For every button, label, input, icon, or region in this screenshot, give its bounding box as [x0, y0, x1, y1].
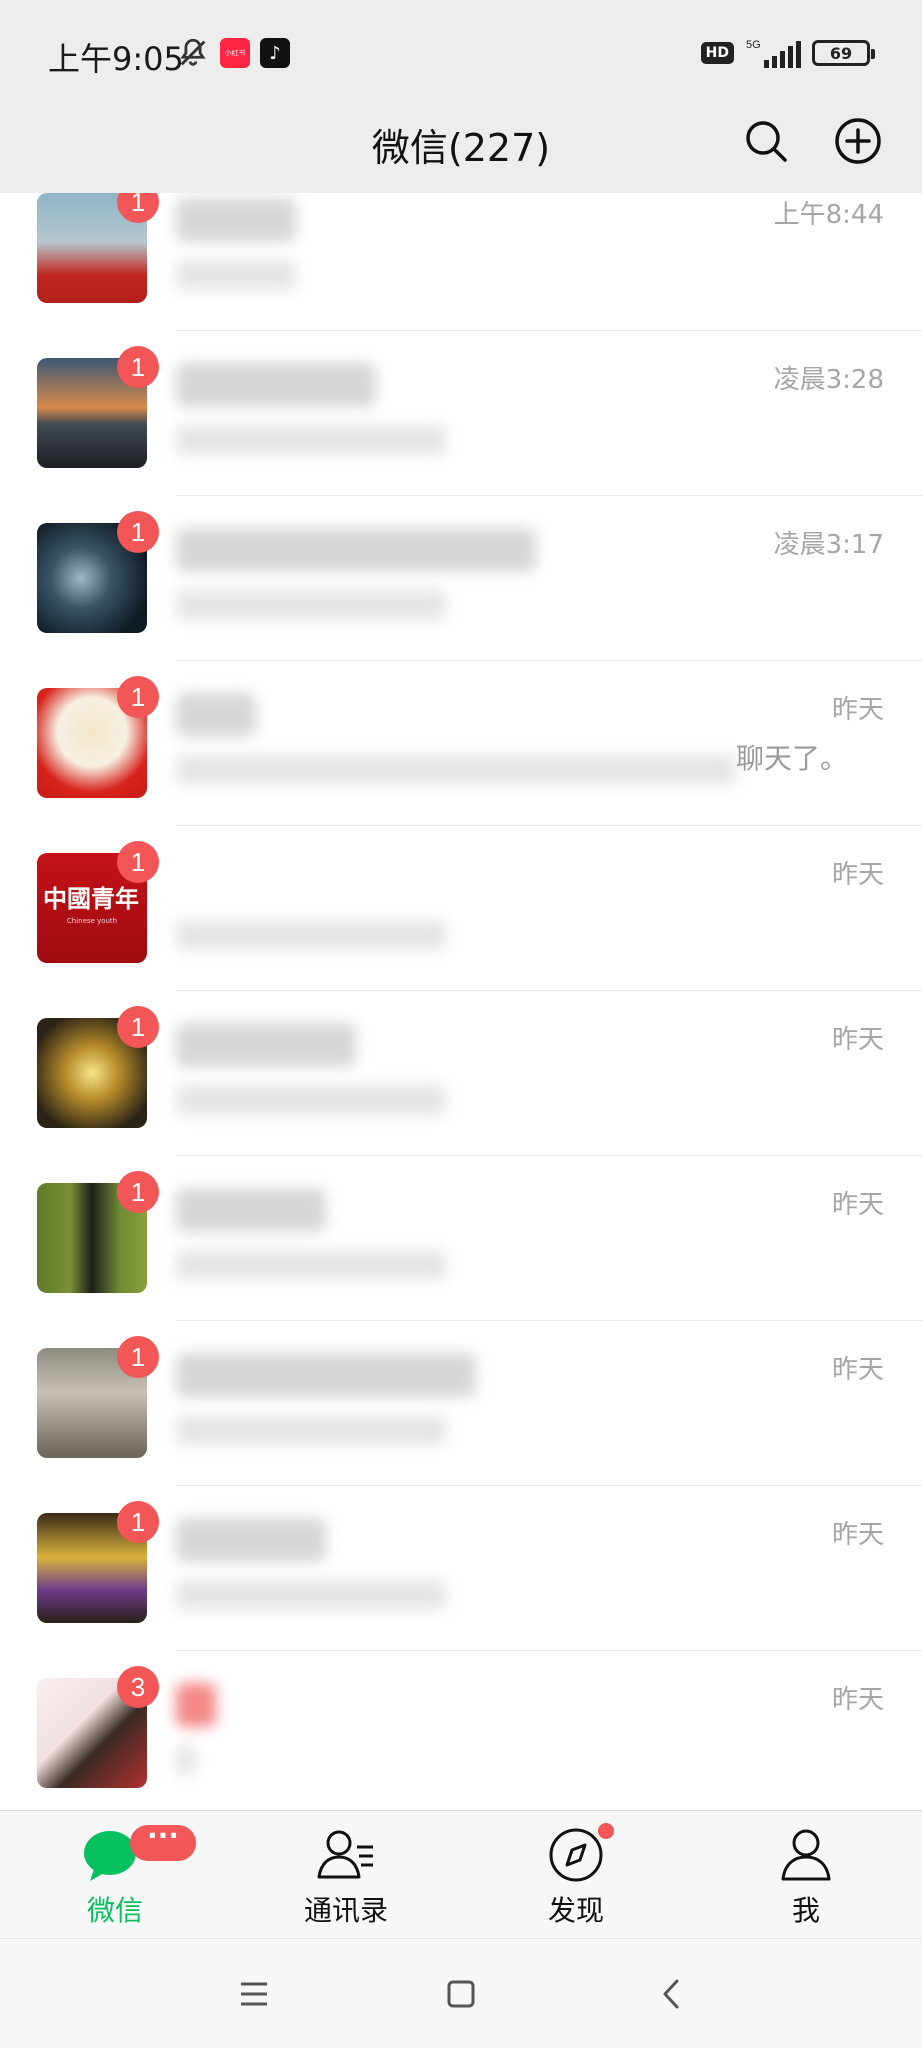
status-icons-right: HD 5G 69	[700, 36, 875, 70]
network-label: 5G	[746, 39, 761, 51]
unread-badge: 1	[117, 841, 159, 883]
chat-time: 昨天	[831, 695, 884, 725]
chat-name-redacted	[176, 1683, 216, 1727]
avatar-text: 中國青年	[43, 884, 139, 913]
chat-time: 凌晨3:28	[773, 365, 884, 395]
unread-badge: 1	[117, 676, 159, 718]
chat-preview-redacted	[176, 755, 736, 785]
chat-preview-redacted	[176, 1085, 446, 1115]
chat-name-redacted	[176, 1518, 326, 1562]
chat-name-redacted	[176, 528, 536, 572]
tab-discover[interactable]: 发现	[506, 1811, 646, 1939]
xiaohongshu-icon: 小红书	[220, 38, 250, 68]
chat-item[interactable]: 3 昨天	[0, 1651, 922, 1810]
chat-time: 昨天	[831, 1685, 884, 1715]
chat-preview-redacted	[176, 425, 446, 455]
chat-preview-redacted	[176, 260, 296, 290]
chat-time: 昨天	[831, 1520, 884, 1550]
bell-off-icon	[180, 38, 206, 66]
tab-label-contacts: 通讯录	[303, 1894, 388, 1927]
status-time: 上午9:05	[48, 40, 184, 78]
chat-preview: 聊天了。	[736, 742, 849, 775]
unread-badge: 1	[117, 346, 159, 388]
chat-list: 1 上午8:44 1 凌晨3:28 1 凌晨3:17 1 聊天了。 昨天 中國青…	[0, 193, 922, 1810]
chat-item[interactable]: 1 凌晨3:28	[0, 331, 922, 496]
discover-notification-dot	[598, 1823, 614, 1839]
chat-time: 昨天	[831, 1190, 884, 1220]
chat-time: 昨天	[831, 1025, 884, 1055]
system-nav-bar	[0, 1938, 922, 2048]
status-icons-left: 小红书 ♪	[176, 36, 290, 70]
more-badge: ···	[130, 1822, 196, 1861]
app-header: 微信(227)	[0, 105, 922, 193]
avatar-subtext: Chinese youth	[66, 917, 118, 925]
unread-badge: 1	[117, 1501, 159, 1543]
battery-icon: 69	[812, 40, 875, 66]
chat-preview-redacted	[176, 920, 446, 950]
chat-item[interactable]: 1 聊天了。 昨天	[0, 661, 922, 826]
chat-preview-redacted	[176, 590, 446, 620]
tab-me[interactable]: 我	[736, 1811, 876, 1939]
chat-preview-redacted	[176, 1415, 446, 1445]
chat-name-redacted	[176, 198, 296, 242]
menu-icon[interactable]	[229, 1969, 279, 2019]
chat-name-redacted	[176, 693, 256, 737]
status-bar: 上午9:05 小红书 ♪ HD 5G 69	[0, 0, 922, 105]
signal-icon: 5G	[746, 39, 801, 68]
chat-time: 昨天	[831, 860, 884, 890]
tab-label-discover: 发现	[547, 1894, 604, 1927]
add-icon[interactable]	[832, 115, 884, 167]
unread-badge: 1	[117, 511, 159, 553]
bottom-tab-bar: 微信 ··· 通讯录 发现 我	[0, 1810, 922, 1938]
search-icon[interactable]	[740, 115, 792, 167]
tab-label-chats: 微信	[86, 1894, 143, 1927]
chat-item[interactable]: 中國青年 Chinese youth 1 昨天	[0, 826, 922, 991]
tab-contacts[interactable]: 通讯录	[276, 1811, 416, 1939]
chat-preview-redacted	[176, 1250, 446, 1280]
home-icon[interactable]	[436, 1969, 486, 2019]
tab-label-me: 我	[791, 1894, 820, 1927]
chat-item[interactable]: 1 上午8:44	[0, 193, 922, 331]
tiktok-icon: ♪	[260, 38, 290, 68]
chat-name-redacted	[176, 1188, 326, 1232]
chat-time: 上午8:44	[773, 200, 884, 230]
chat-item[interactable]: 1 昨天	[0, 1321, 922, 1486]
unread-badge: 1	[117, 1006, 159, 1048]
chat-name-redacted	[176, 1353, 476, 1397]
unread-badge: 1	[117, 1336, 159, 1378]
chat-time: 凌晨3:17	[773, 530, 884, 560]
back-icon[interactable]	[647, 1969, 697, 2019]
chat-item[interactable]: 1 凌晨3:17	[0, 496, 922, 661]
contacts-icon	[317, 1830, 373, 1879]
unread-badge: 3	[117, 1666, 159, 1708]
chat-name-redacted	[176, 363, 376, 407]
chat-time: 昨天	[831, 1355, 884, 1385]
person-icon	[781, 1829, 831, 1881]
chat-name-redacted	[176, 1023, 356, 1067]
hd-icon: HD	[700, 42, 734, 64]
chat-preview-redacted	[176, 1580, 446, 1610]
chat-item[interactable]: 1 昨天	[0, 1486, 922, 1651]
chat-preview-redacted	[176, 1745, 196, 1775]
chat-item[interactable]: 1 昨天	[0, 991, 922, 1156]
unread-badge: 1	[117, 1171, 159, 1213]
chat-item[interactable]: 1 昨天	[0, 1156, 922, 1321]
